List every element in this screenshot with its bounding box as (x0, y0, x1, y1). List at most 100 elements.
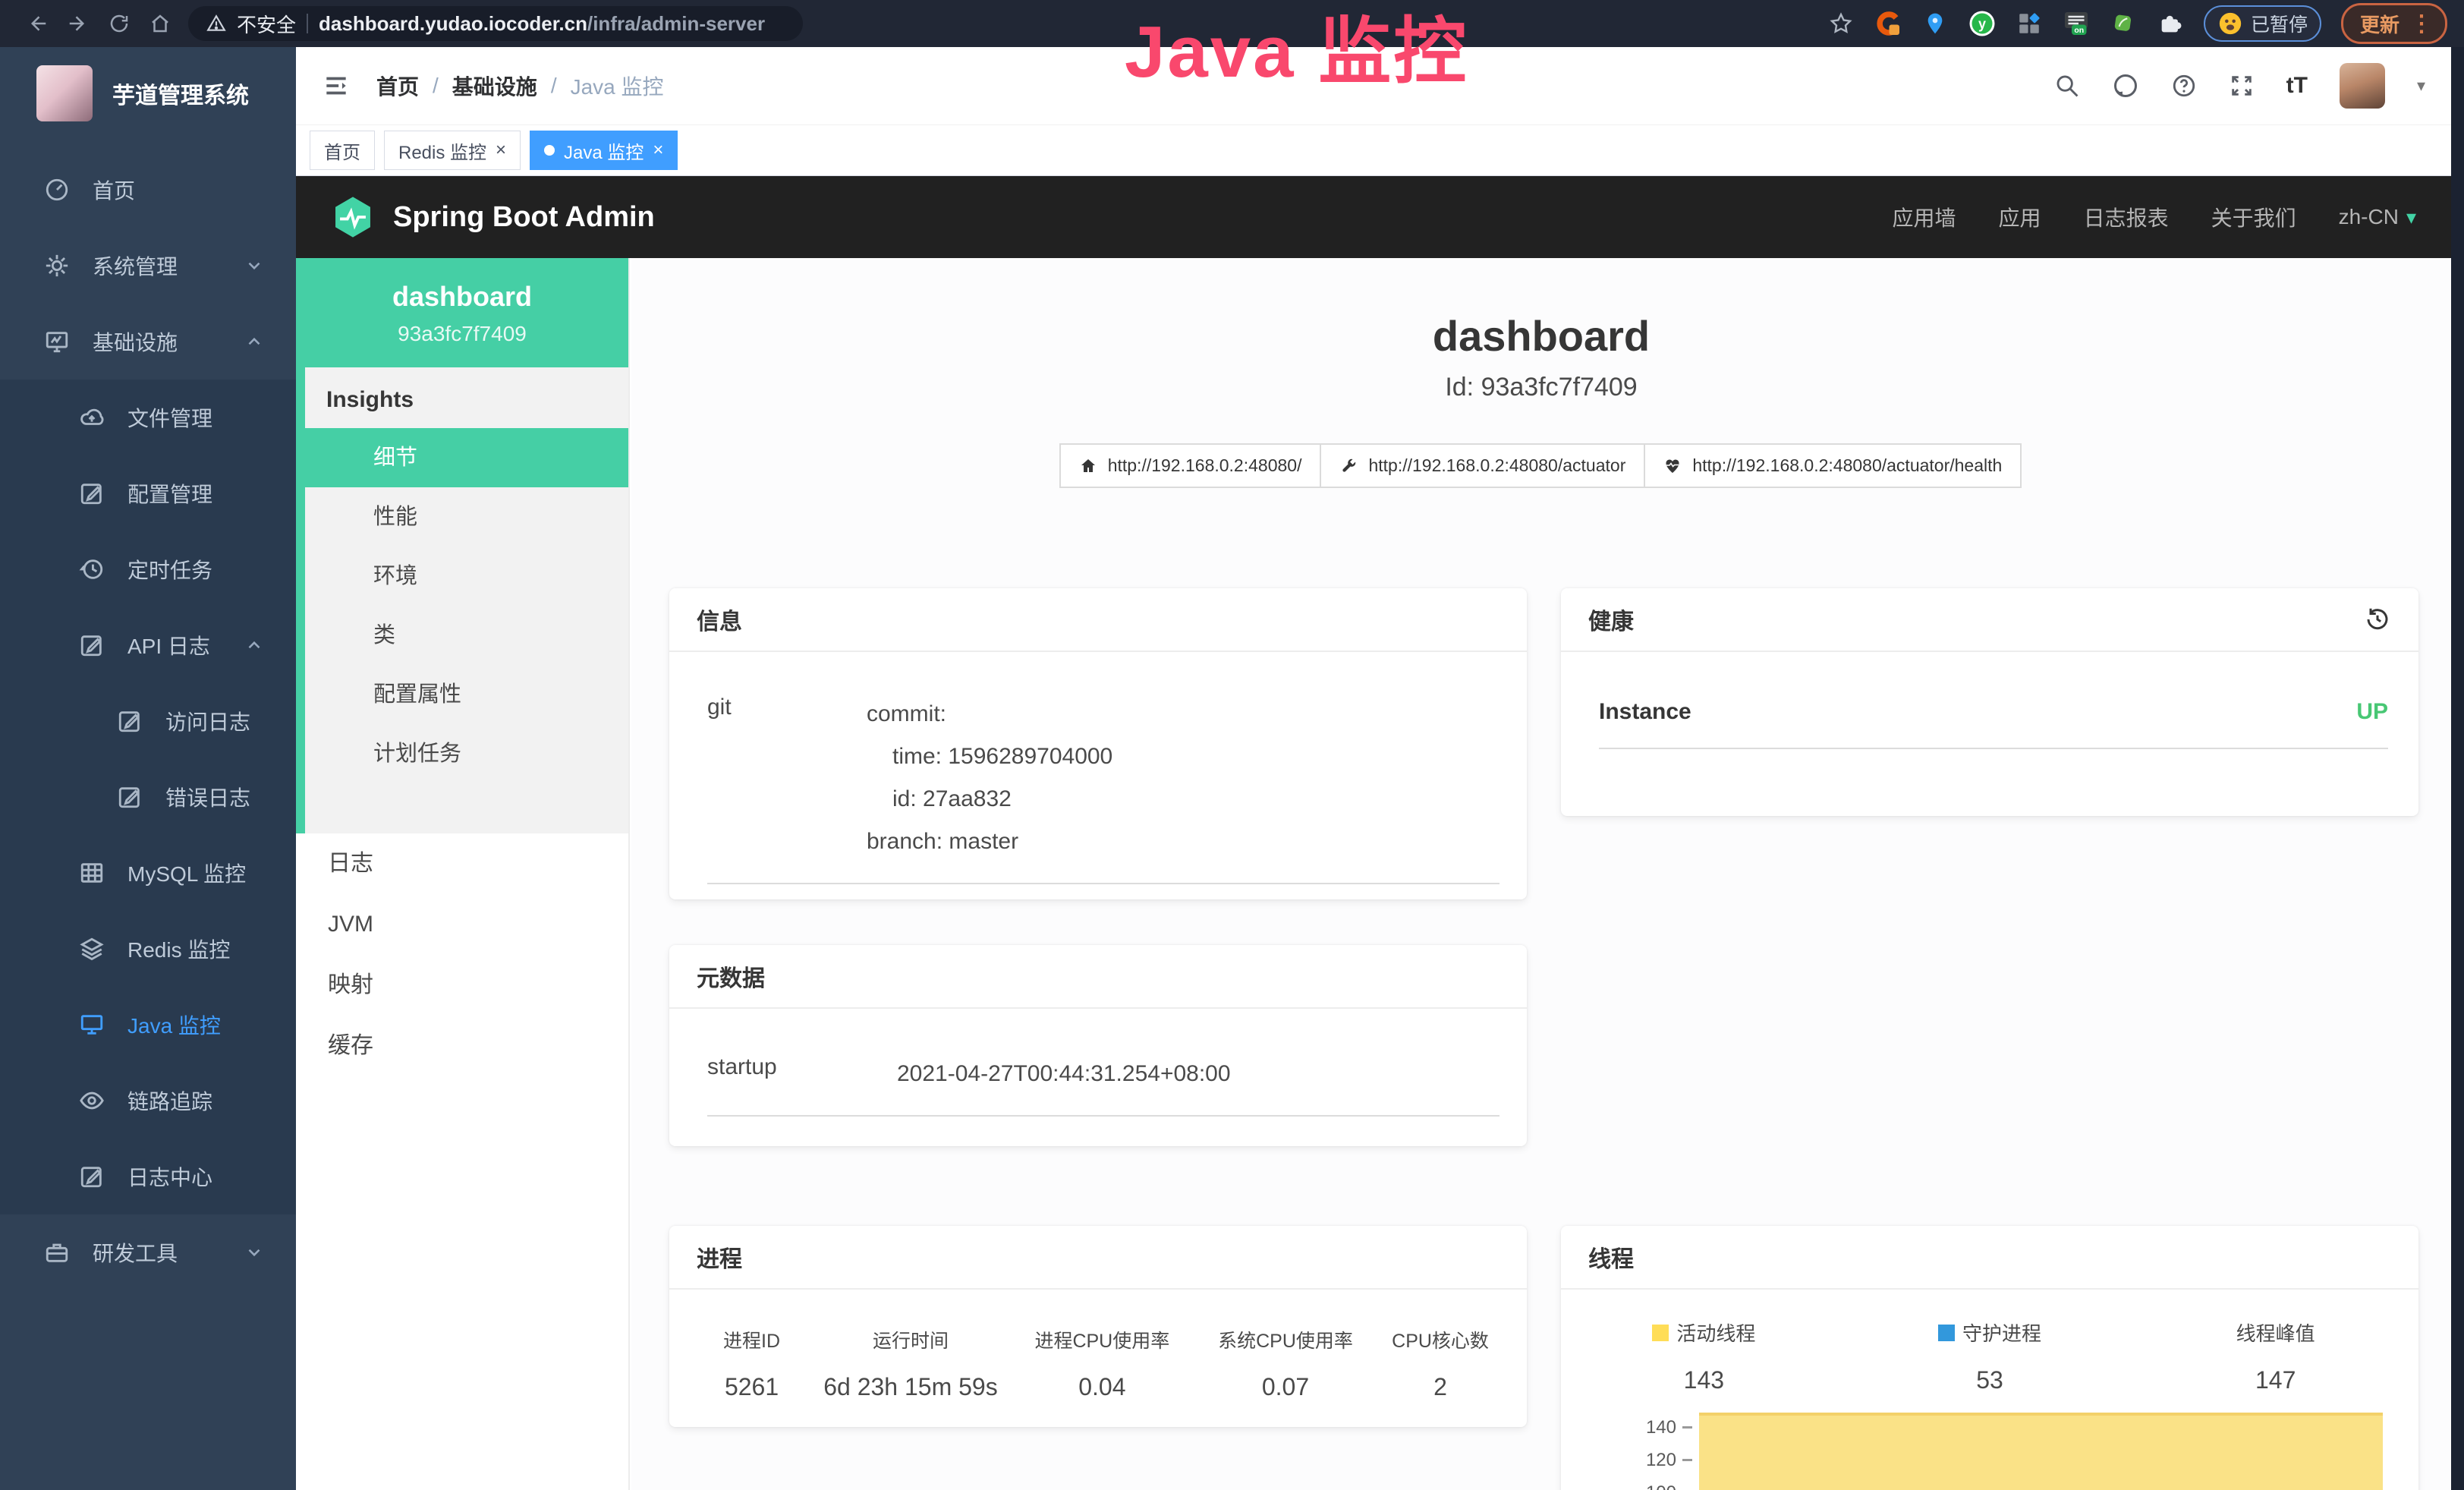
search-icon[interactable] (2054, 73, 2080, 99)
browser-back-icon[interactable] (17, 6, 58, 41)
breadcrumb-separator: / (433, 74, 439, 98)
leaf-extension-icon[interactable] (2110, 10, 2137, 37)
sidebar-item-dev-tools[interactable]: 研发工具 (0, 1214, 296, 1290)
tags-view-bar: 首页 Redis 监控 × Java 监控 × (296, 125, 2451, 176)
sidebar-item-api-logs[interactable]: API 日志 (0, 607, 296, 683)
sba-menu-scheduled-tasks[interactable]: 计划任务 (296, 724, 628, 783)
tab-home[interactable]: 首页 (310, 131, 375, 170)
github-icon[interactable] (2112, 72, 2139, 99)
sidebar-item-error-logs[interactable]: 错误日志 (0, 759, 296, 835)
close-icon[interactable]: × (653, 141, 663, 159)
live-threads-value: 143 (1561, 1366, 1847, 1394)
peak-threads-value: 147 (2132, 1366, 2418, 1394)
browser-forward-icon[interactable] (58, 6, 99, 41)
sba-brand-title: Spring Boot Admin (393, 201, 655, 234)
profile-paused-badge[interactable]: 已暂停 (2204, 5, 2321, 42)
sidebar-item-file-management[interactable]: 文件管理 (0, 380, 296, 455)
tab-redis-monitor[interactable]: Redis 监控 × (384, 131, 521, 170)
sba-nav-about[interactable]: 关于我们 (2211, 202, 2296, 232)
emoji-avatar-icon (2217, 11, 2243, 36)
sidebar-logo-row[interactable]: 芋道管理系统 (0, 47, 296, 140)
sidebar-item-system-management[interactable]: 系统管理 (0, 228, 296, 304)
app-logo (36, 65, 93, 121)
avatar-caret-icon[interactable]: ▾ (2417, 76, 2425, 96)
sba-menu-mappings[interactable]: 映射 (296, 955, 628, 1016)
sba-menu-logs[interactable]: 日志 (296, 833, 628, 894)
history-icon[interactable] (2364, 606, 2391, 633)
pin-extension-icon[interactable] (1921, 10, 1949, 37)
instance-health-link[interactable]: http://192.168.0.2:48080/actuator/health (1644, 443, 2022, 488)
card-health: 健康 Instance UP (1561, 588, 2418, 816)
sba-nav-journal[interactable]: 日志报表 (2084, 202, 2169, 232)
y-tickmark (1682, 1459, 1692, 1461)
briefcase-icon (44, 1240, 70, 1265)
screen: 不安全 dashboard.yudao.iocoder.cn/infra/adm… (0, 0, 2464, 1490)
text-size-icon[interactable]: tT (2286, 73, 2308, 99)
sba-nav: 应用墙 应用 日志报表 关于我们 zh-CN ▾ (1893, 202, 2416, 232)
card-process-title: 进程 (669, 1226, 1527, 1290)
sidebar-item-redis-monitor[interactable]: Redis 监控 (0, 911, 296, 987)
browser-reload-icon[interactable] (99, 6, 140, 41)
sidebar-item-home[interactable]: 首页 (0, 152, 296, 228)
sba-menu-details[interactable]: 细节 (296, 428, 628, 487)
browser-right-controls: y on 已暂停 更新 ⋮ (1827, 3, 2447, 44)
sba-nav-wallboard[interactable]: 应用墙 (1893, 202, 1956, 232)
sidebar-item-java-monitor[interactable]: Java 监控 (0, 987, 296, 1063)
breadcrumb-home[interactable]: 首页 (376, 71, 419, 101)
eye-icon (79, 1088, 105, 1114)
sidebar-submenu-infrastructure: 文件管理 配置管理 定时任务 API 日志 访问日志 (0, 380, 296, 1214)
sba-menu-jvm[interactable]: JVM (296, 894, 628, 955)
update-label: 更新 (2360, 10, 2399, 38)
grid-extension-icon[interactable] (2016, 10, 2043, 37)
onetab-extension-icon[interactable]: on (2063, 10, 2090, 37)
sidebar-item-tracing[interactable]: 链路追踪 (0, 1063, 296, 1139)
admin-sidebar: 芋道管理系统 首页 系统管理 基础设施 文件管理 (0, 47, 296, 1490)
instance-links: http://192.168.0.2:48080/ http://192.168… (631, 443, 2451, 488)
sba-menu-metrics[interactable]: 性能 (296, 487, 628, 547)
process-table: 进程ID 运行时间 进程CPU使用率 系统CPU使用率 CPU核心数 5261 … (691, 1326, 1506, 1401)
address-bar[interactable]: 不安全 dashboard.yudao.iocoder.cn/infra/adm… (188, 6, 803, 41)
browser-menu-icon[interactable]: ⋮ (2410, 11, 2433, 37)
instance-actuator-link[interactable]: http://192.168.0.2:48080/actuator (1320, 443, 1645, 488)
health-instance-row: Instance UP (1599, 699, 2388, 749)
card-health-title: 健康 (1588, 603, 1634, 636)
legend-peak-threads: 线程峰值 (2132, 1318, 2418, 1347)
navbar-actions: tT ▾ (2054, 63, 2425, 109)
sidebar-item-infrastructure[interactable]: 基础设施 (0, 304, 296, 380)
hamburger-icon[interactable] (322, 71, 351, 100)
bookmark-star-icon[interactable] (1827, 10, 1855, 37)
sba-nav-applications[interactable]: 应用 (1999, 202, 2041, 232)
y-tick-120: 120 (1591, 1450, 1676, 1471)
user-avatar[interactable] (2340, 63, 2385, 109)
sba-menu-config-props[interactable]: 配置属性 (296, 665, 628, 724)
close-icon[interactable]: × (496, 141, 506, 159)
sba-menu-classes[interactable]: 类 (296, 606, 628, 665)
help-icon[interactable] (2171, 73, 2197, 99)
breadcrumb-infrastructure[interactable]: 基础设施 (452, 71, 537, 101)
browser-home-icon[interactable] (140, 6, 181, 41)
card-metadata: 元数据 startup 2021-04-27T00:44:31.254+08:0… (669, 945, 1527, 1146)
sba-instance-id: 93a3fc7f7409 (304, 322, 621, 346)
chevron-up-icon (244, 635, 264, 655)
sba-menu-caches[interactable]: 缓存 (296, 1016, 628, 1076)
sidebar-item-mysql-monitor[interactable]: MySQL 监控 (0, 835, 296, 911)
y-extension-icon[interactable]: y (1968, 10, 1996, 37)
sba-logo-icon (331, 195, 375, 239)
sba-menu-environment[interactable]: 环境 (296, 547, 628, 606)
sba-app-header[interactable]: dashboard 93a3fc7f7409 (296, 258, 628, 367)
sba-locale-select[interactable]: zh-CN ▾ (2339, 205, 2416, 229)
puzzle-extensions-icon[interactable] (2157, 10, 2184, 37)
daemon-threads-value: 53 (1847, 1366, 2133, 1394)
card-metadata-title: 元数据 (669, 945, 1527, 1009)
sidebar-item-log-center[interactable]: 日志中心 (0, 1139, 296, 1214)
browser-update-button[interactable]: 更新 ⋮ (2341, 3, 2447, 44)
sidebar-item-config-management[interactable]: 配置管理 (0, 455, 296, 531)
sidebar-item-access-logs[interactable]: 访问日志 (0, 683, 296, 759)
page-url: dashboard.yudao.iocoder.cn/infra/admin-s… (319, 12, 765, 36)
fullscreen-icon[interactable] (2229, 73, 2255, 99)
colorzilla-extension-icon[interactable] (1874, 10, 1902, 37)
tab-java-monitor[interactable]: Java 监控 × (530, 131, 678, 170)
sidebar-item-scheduled-tasks[interactable]: 定时任务 (0, 531, 296, 607)
chevron-down-icon (244, 1243, 264, 1262)
instance-home-link[interactable]: http://192.168.0.2:48080/ (1059, 443, 1322, 488)
